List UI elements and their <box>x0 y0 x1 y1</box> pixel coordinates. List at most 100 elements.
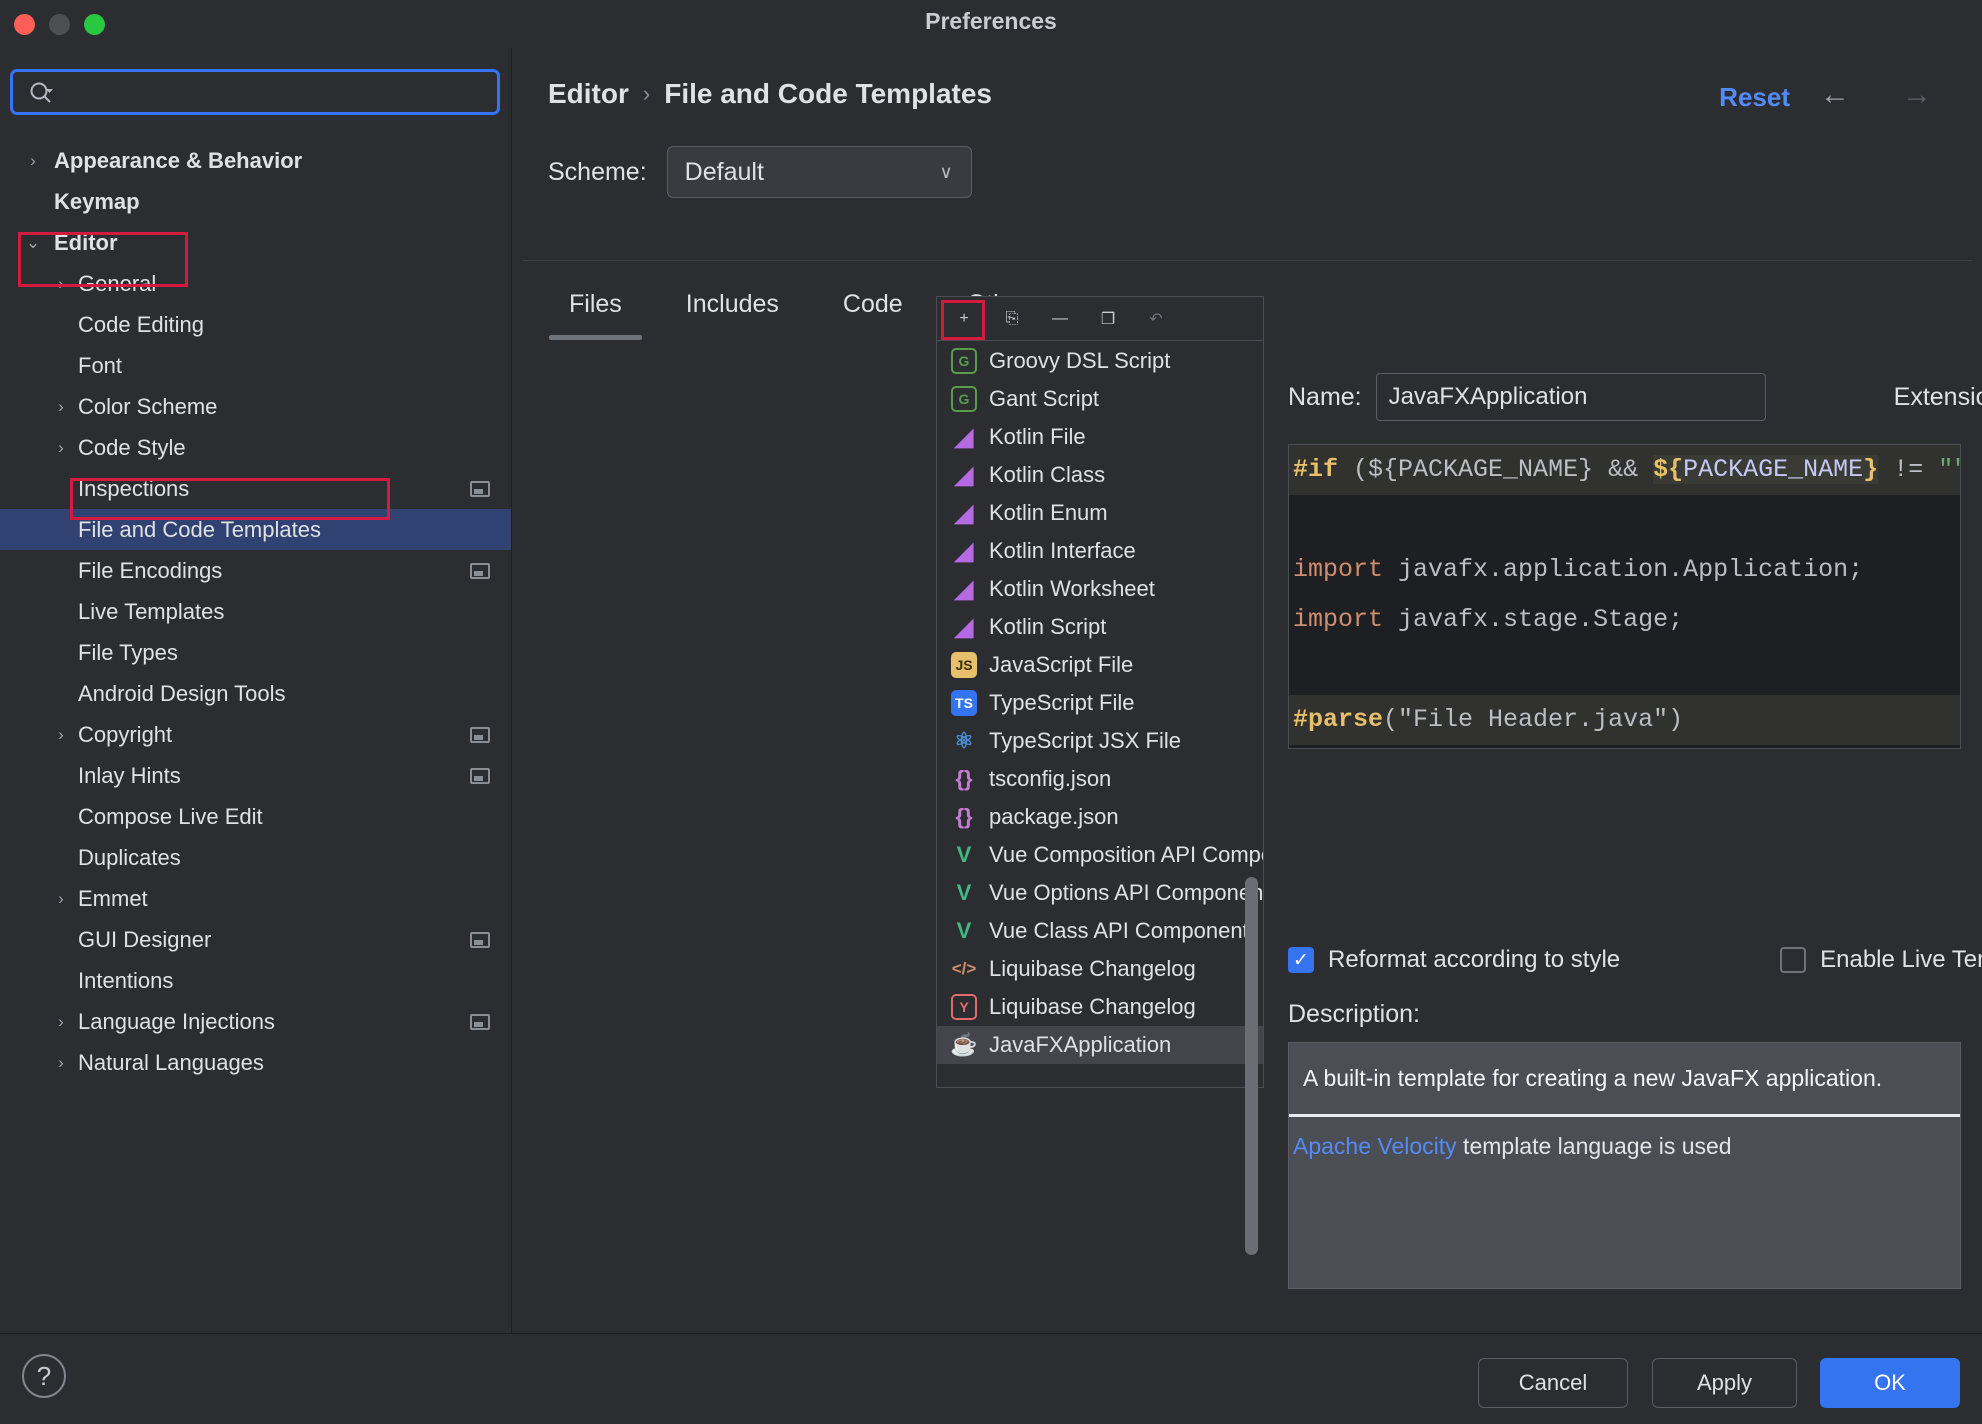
name-label: Name: <box>1288 382 1362 411</box>
tab-files[interactable]: Files <box>537 280 654 340</box>
title-bar: Preferences <box>0 0 1982 48</box>
chevron-right-icon[interactable]: › <box>50 274 72 294</box>
chevron-right-icon[interactable]: › <box>22 151 44 171</box>
sidebar-item-intentions[interactable]: Intentions <box>0 960 511 1001</box>
list-item[interactable]: G Gant Script <box>937 380 1263 418</box>
list-item[interactable]: ◢ Kotlin Enum <box>937 494 1263 532</box>
reset-button[interactable]: Reset <box>1719 82 1790 113</box>
search-field-wrapper <box>10 69 500 115</box>
sidebar-item-inlay-hints[interactable]: Inlay Hints <box>0 755 511 796</box>
back-arrow-icon[interactable]: ← <box>1820 78 1850 112</box>
chevron-right-icon[interactable]: › <box>50 1012 72 1032</box>
sidebar-item-keymap[interactable]: Keymap <box>0 181 511 222</box>
scheme-dropdown[interactable]: Default ∨ <box>666 146 972 198</box>
sidebar-item-code-editing[interactable]: Code Editing <box>0 304 511 345</box>
apache-velocity-link[interactable]: Apache Velocity <box>1293 1133 1457 1159</box>
search-icon <box>29 81 55 107</box>
sidebar-item-color-scheme[interactable]: › Color Scheme <box>0 386 511 427</box>
list-item[interactable]: V Vue Composition API Component <box>937 836 1263 874</box>
sidebar-item-font[interactable]: Font <box>0 345 511 386</box>
sidebar-item-code-style[interactable]: › Code Style <box>0 427 511 468</box>
tab-includes[interactable]: Includes <box>654 280 811 329</box>
list-item[interactable]: V Vue Options API Component <box>937 874 1263 912</box>
sidebar-item-natural-languages[interactable]: › Natural Languages <box>0 1042 511 1083</box>
template-list-toolbar: + ⎘ — ❐ ↶ <box>937 297 1263 341</box>
sidebar-item-emmet[interactable]: › Emmet <box>0 878 511 919</box>
description-label: Description: <box>1288 1000 1420 1028</box>
sidebar-item-android-design-tools[interactable]: Android Design Tools <box>0 673 511 714</box>
list-item[interactable]: {} tsconfig.json <box>937 760 1263 798</box>
template-list-scrollbar[interactable] <box>1245 877 1258 1255</box>
sidebar-item-editor[interactable]: ⌄ Editor <box>0 222 511 263</box>
sidebar-item-live-templates[interactable]: Live Templates <box>0 591 511 632</box>
template-list[interactable]: G Groovy DSL Script G Gant Script ◢ Kotlin Fi… <box>937 342 1263 1087</box>
ok-button[interactable]: OK <box>1820 1358 1960 1408</box>
chevron-right-icon[interactable]: › <box>50 889 72 909</box>
apply-button[interactable]: Apply <box>1652 1358 1797 1408</box>
list-item-label: JavaFXApplication <box>989 1032 1172 1057</box>
enable-live-templates-checkbox[interactable]: Enable Live Templates <box>1780 946 1982 974</box>
list-item[interactable]: ◢ Kotlin Interface <box>937 532 1263 570</box>
project-scope-icon <box>470 726 490 743</box>
list-item[interactable]: V Vue Class API Component <box>937 912 1263 950</box>
list-item-label: Kotlin Worksheet <box>989 576 1155 601</box>
chevron-down-icon[interactable]: ⌄ <box>22 233 44 253</box>
checkbox-unchecked-icon <box>1780 947 1807 973</box>
forward-arrow-icon[interactable]: → <box>1902 78 1932 112</box>
vue-file-icon: V <box>956 880 972 905</box>
list-item[interactable]: TS TypeScript File <box>937 684 1263 722</box>
reset-template-button[interactable]: ↶ <box>1139 302 1173 336</box>
copy-template-button[interactable]: ❐ <box>1091 302 1125 336</box>
sidebar-item-duplicates[interactable]: Duplicates <box>0 837 511 878</box>
reformat-checkbox[interactable]: ✓ Reformat according to style <box>1288 946 1620 974</box>
list-item[interactable]: JS JavaScript File <box>937 646 1263 684</box>
list-item[interactable]: ☕ JavaFXApplication <box>937 1026 1263 1064</box>
sidebar-item-label: Copyright <box>78 721 173 747</box>
list-item[interactable]: </> Liquibase Changelog <box>937 950 1263 988</box>
list-item[interactable]: ◢ Kotlin Script <box>937 608 1263 646</box>
chevron-down-icon: ∨ <box>939 161 953 182</box>
description-box[interactable]: A built-in template for creating a new J… <box>1288 1042 1961 1289</box>
name-input[interactable] <box>1375 373 1766 421</box>
reformat-label: Reformat according to style <box>1328 946 1621 973</box>
sidebar-item-inspections[interactable]: Inspections <box>0 468 511 509</box>
cancel-button[interactable]: Cancel <box>1478 1358 1628 1408</box>
list-item[interactable]: ◢ Kotlin File <box>937 418 1263 456</box>
chevron-right-icon[interactable]: › <box>50 397 72 417</box>
chevron-right-icon[interactable]: › <box>50 1053 72 1073</box>
sidebar-item-compose-live-edit[interactable]: Compose Live Edit <box>0 796 511 837</box>
tab-code[interactable]: Code <box>811 280 935 329</box>
sidebar-item-file-encodings[interactable]: File Encodings <box>0 550 511 591</box>
list-item[interactable]: Y Liquibase Changelog <box>937 988 1263 1026</box>
list-item[interactable]: ⚛ TypeScript JSX File <box>937 722 1263 760</box>
sidebar-item-label: General <box>78 270 157 296</box>
breadcrumb-separator: › <box>642 81 651 106</box>
remove-template-button[interactable]: — <box>1043 302 1077 336</box>
header-divider <box>523 260 1972 261</box>
sidebar-item-copyright[interactable]: › Copyright <box>0 714 511 755</box>
breadcrumb-item-editor[interactable]: Editor <box>548 78 629 110</box>
list-item[interactable]: ◢ Kotlin Class <box>937 456 1263 494</box>
ts-file-icon: TS <box>951 690 977 716</box>
help-button[interactable]: ? <box>22 1354 66 1398</box>
list-item-label: Kotlin Script <box>989 614 1107 639</box>
sidebar-item-appearance-behavior[interactable]: › Appearance & Behavior <box>0 140 511 181</box>
project-scope-icon <box>470 767 490 784</box>
search-box[interactable] <box>10 69 500 115</box>
sidebar-item-file-types[interactable]: File Types <box>0 632 511 673</box>
sidebar-item-file-and-code-templates[interactable]: File and Code Templates <box>0 509 511 550</box>
list-item[interactable]: {} package.json <box>937 798 1263 836</box>
sidebar-item-general[interactable]: › General <box>0 263 511 304</box>
sidebar-item-gui-designer[interactable]: GUI Designer <box>0 919 511 960</box>
chevron-right-icon[interactable]: › <box>50 438 72 458</box>
create-child-template-button[interactable]: ⎘ <box>995 302 1029 336</box>
add-template-button[interactable]: + <box>947 302 981 336</box>
sidebar-item-language-injections[interactable]: › Language Injections <box>0 1001 511 1042</box>
template-code-editor[interactable]: #if (${PACKAGE_NAME} && ${PACKAGE_NAME} … <box>1288 444 1961 749</box>
chevron-right-icon[interactable]: › <box>50 725 72 745</box>
search-input[interactable] <box>69 72 489 112</box>
list-item[interactable]: G Groovy DSL Script <box>937 342 1263 380</box>
list-item[interactable]: ◢ Kotlin Worksheet <box>937 570 1263 608</box>
name-extension-row: Name: Extension: <box>1288 373 1982 421</box>
